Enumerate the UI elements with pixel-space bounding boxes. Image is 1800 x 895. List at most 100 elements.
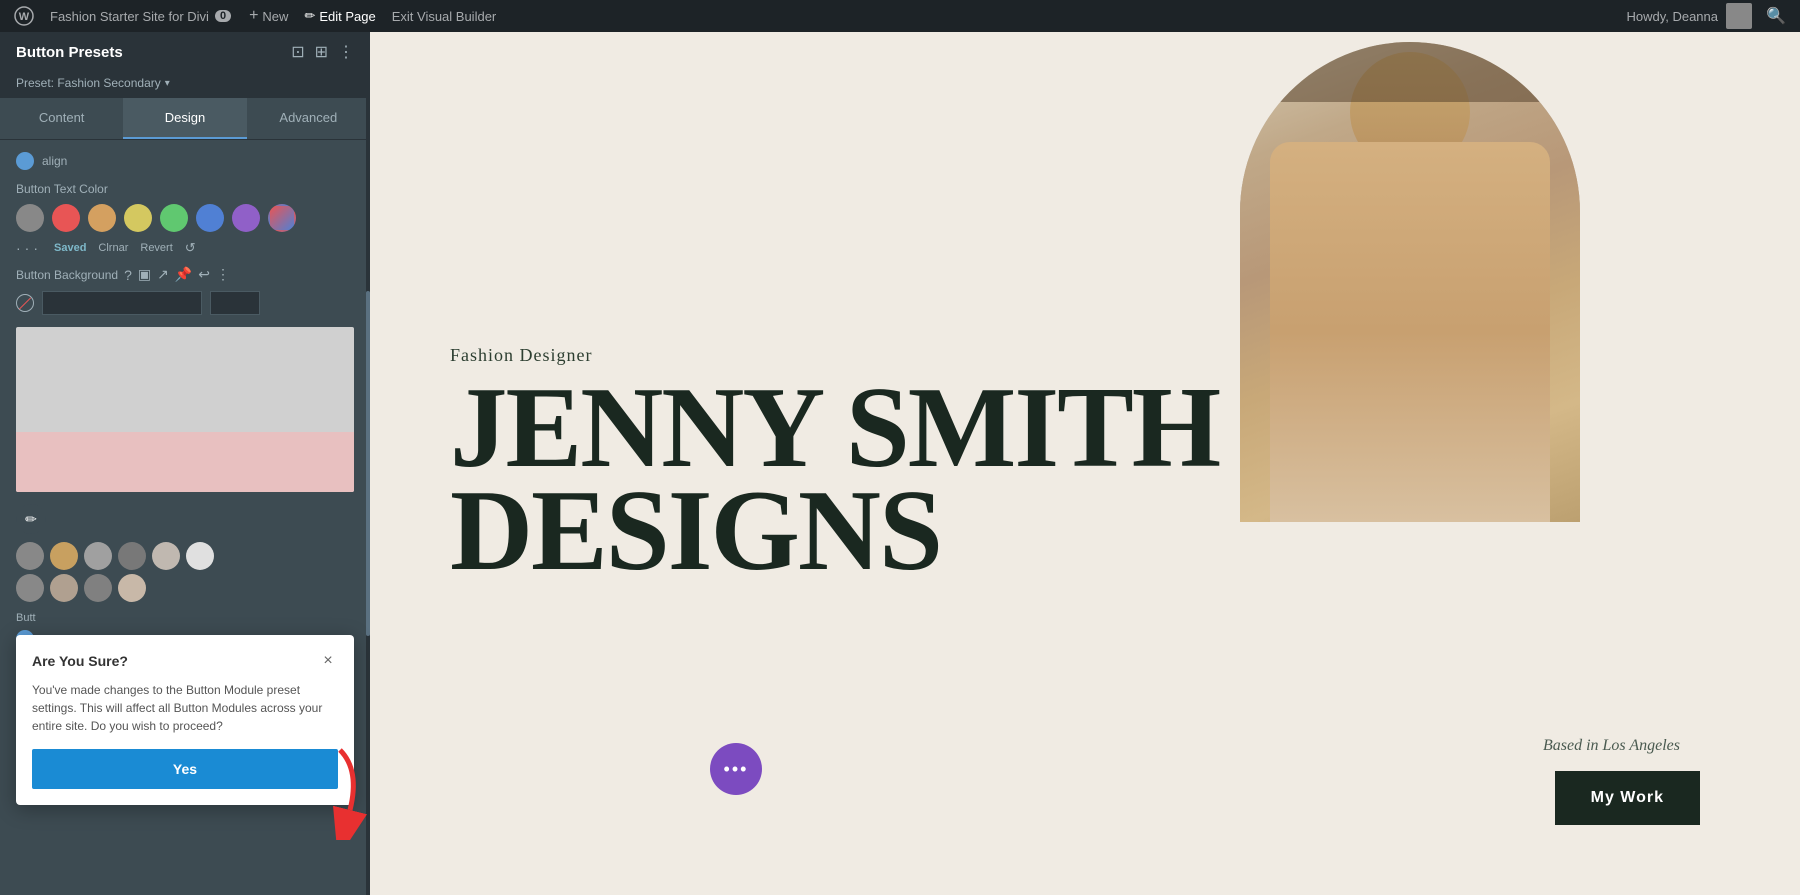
panel-scrollbar[interactable]: [366, 32, 370, 895]
button-text-color-label: Button Text Color: [16, 182, 354, 196]
main-layout: Button Presets ⊡ ⊞ ⋮ Preset: Fashion Sec…: [0, 32, 1800, 895]
swatch-blue[interactable]: [196, 204, 224, 232]
confirm-yes-button[interactable]: Yes: [32, 749, 338, 789]
preset-label: Preset: Fashion Secondary: [16, 76, 161, 90]
palette-row-2: [16, 574, 354, 602]
more-options-dots[interactable]: ···: [16, 240, 42, 256]
based-in-text: Based in Los Angeles: [1543, 737, 1680, 755]
svg-text:W: W: [19, 11, 30, 23]
bg-undo-icon[interactable]: ↩: [198, 266, 210, 283]
confirm-close-button[interactable]: ×: [318, 651, 338, 671]
tab-content[interactable]: Content: [0, 98, 123, 139]
confirm-title: Are You Sure?: [32, 653, 128, 669]
palette-swatch-8[interactable]: [50, 574, 78, 602]
palette-swatch-4[interactable]: [118, 542, 146, 570]
comment-count-badge: 0: [215, 10, 231, 22]
preset-caret-icon: ▾: [165, 78, 170, 89]
palette-row-1: [16, 542, 354, 570]
hero-text-area: Fashion Designer JENNY SMITH DESIGNS: [450, 345, 1219, 583]
bg-link-icon[interactable]: ↗: [157, 266, 169, 283]
button-background-label: Button Background ? ▣ ↗ 📌 ↩ ⋮: [16, 266, 354, 283]
clear-color-icon[interactable]: ↺: [185, 240, 196, 256]
top-label: align: [42, 154, 67, 168]
palette-swatch-2[interactable]: [50, 542, 78, 570]
bg-help-icon[interactable]: ?: [124, 267, 132, 283]
swatch-yellow[interactable]: [124, 204, 152, 232]
admin-bar-right: Howdy, Deanna 🔍: [1626, 0, 1792, 32]
new-item[interactable]: + New: [241, 0, 296, 32]
wp-logo-icon[interactable]: W: [8, 0, 40, 32]
panel-header-icons: ⊡ ⊞ ⋮: [291, 42, 354, 62]
confirm-dialog-header: Are You Sure? ×: [32, 651, 338, 671]
saved-label: Saved: [54, 242, 86, 254]
palette-swatch-7[interactable]: [16, 574, 44, 602]
hero-name-line2: DESIGNS: [450, 479, 1219, 583]
portrait-body: [1270, 142, 1550, 522]
tab-advanced[interactable]: Advanced: [247, 98, 370, 139]
hero-title: JENNY SMITH DESIGNS: [450, 376, 1219, 583]
palette-swatch-5[interactable]: [152, 542, 180, 570]
bg-more-icon[interactable]: ⋮: [216, 266, 230, 283]
user-avatar[interactable]: [1726, 3, 1752, 29]
butt-label-1: Butt: [16, 612, 354, 624]
color-swatches-row: [16, 204, 354, 232]
panel-expand-icon[interactable]: ⊡: [291, 42, 304, 62]
panel-scrollbar-thumb[interactable]: [366, 291, 370, 636]
panel-columns-icon[interactable]: ⊞: [315, 42, 328, 62]
swatch-orange[interactable]: [88, 204, 116, 232]
site-name-text: Fashion Starter Site for Divi: [50, 9, 209, 24]
butt-1-text: Butt: [16, 612, 36, 624]
panel-title: Button Presets: [16, 44, 123, 61]
preset-bar[interactable]: Preset: Fashion Secondary ▾: [0, 72, 370, 98]
edit-page-item[interactable]: ✏ Edit Page: [296, 0, 383, 32]
transparent-row: [16, 291, 354, 315]
saved-row: ··· Saved Clrnar Revert ↺: [16, 240, 354, 256]
panel-content: align Button Text Color ··· Saved Clrnar: [0, 140, 370, 895]
exit-builder-item[interactable]: Exit Visual Builder: [384, 0, 505, 32]
my-work-button[interactable]: My Work: [1555, 771, 1700, 825]
transparent-dot[interactable]: [16, 294, 34, 312]
clrnar-label[interactable]: Clrnar: [98, 242, 128, 254]
swatch-gray[interactable]: [16, 204, 44, 232]
portrait-hat: [1240, 42, 1580, 102]
confirm-dialog: Are You Sure? × You've made changes to t…: [16, 635, 354, 805]
palette-swatch-1[interactable]: [16, 542, 44, 570]
site-name[interactable]: Fashion Starter Site for Divi 0: [40, 9, 241, 24]
palette-swatch-10[interactable]: [118, 574, 146, 602]
purple-dot-menu[interactable]: •••: [710, 743, 762, 795]
portrait-image: [1240, 42, 1580, 522]
settings-panel: Button Presets ⊡ ⊞ ⋮ Preset: Fashion Sec…: [0, 32, 370, 895]
opacity-input[interactable]: [210, 291, 260, 315]
swatch-green[interactable]: [160, 204, 188, 232]
bg-device-icon[interactable]: ▣: [138, 266, 151, 283]
palette-swatch-3[interactable]: [84, 542, 112, 570]
search-icon[interactable]: 🔍: [1760, 0, 1792, 32]
revert-label[interactable]: Revert: [140, 242, 172, 254]
edit-page-label: Edit Page: [319, 9, 375, 24]
panel-header: Button Presets ⊡ ⊞ ⋮: [0, 32, 370, 72]
brush-tool-icon[interactable]: ✏: [16, 504, 46, 534]
color-hex-input[interactable]: [42, 291, 202, 315]
palette-swatch-9[interactable]: [84, 574, 112, 602]
preview-pink-area: [16, 432, 354, 492]
panel-more-icon[interactable]: ⋮: [338, 42, 354, 62]
new-label: New: [262, 9, 288, 24]
palette-swatch-6[interactable]: [186, 542, 214, 570]
panel-tabs: Content Design Advanced: [0, 98, 370, 140]
preview-box: [16, 327, 354, 492]
swatch-purple[interactable]: [232, 204, 260, 232]
portrait-area: [1220, 42, 1600, 562]
howdy-label: Howdy, Deanna: [1626, 9, 1718, 24]
accent-color-dot[interactable]: [16, 152, 34, 170]
hero-subtitle: Fashion Designer: [450, 345, 1219, 366]
swatch-gradient[interactable]: [268, 204, 296, 232]
wp-admin-bar: W Fashion Starter Site for Divi 0 + New …: [0, 0, 1800, 32]
tab-design[interactable]: Design: [123, 98, 246, 139]
exit-builder-label: Exit Visual Builder: [392, 9, 497, 24]
hero-section: Fashion Designer JENNY SMITH DESIGNS: [370, 32, 1800, 895]
howdy-text: Howdy, Deanna: [1626, 9, 1718, 24]
swatch-red[interactable]: [52, 204, 80, 232]
bg-pin-icon[interactable]: 📌: [175, 266, 192, 283]
purple-dots-icon: •••: [724, 759, 749, 780]
top-color-row: align: [16, 152, 354, 170]
